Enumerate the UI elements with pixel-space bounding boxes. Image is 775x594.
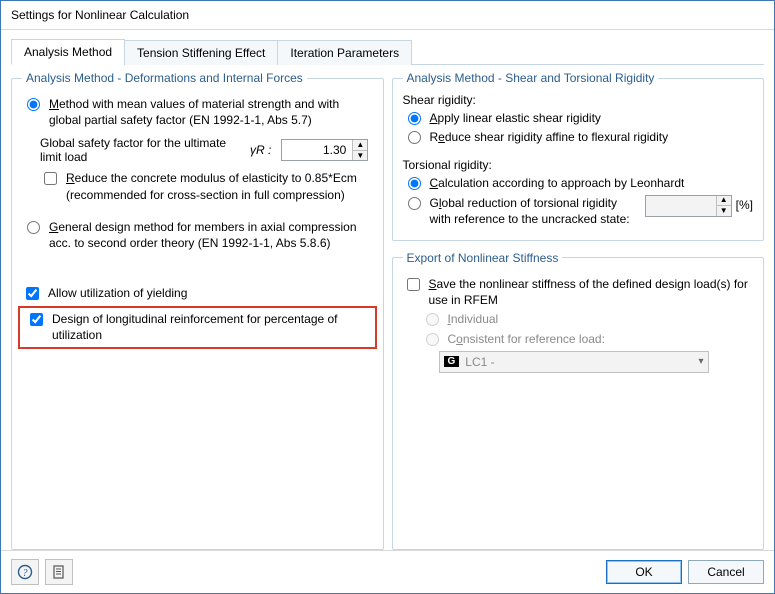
help-button[interactable]: ? [11,559,39,585]
reduce-modulus-row: Reduce the concrete modulus of elasticit… [40,170,373,202]
gamma-symbol: γR : [250,143,271,157]
safety-factor-row: Global safety factor for the ultimate li… [40,136,373,164]
radio-method-general[interactable] [27,221,40,234]
dropdown-reference-load: G LC1 - ▾ [439,351,709,373]
radio-shear-linear[interactable] [408,112,421,125]
export-consistent-row: Consistent for reference load: [421,331,754,347]
allow-yielding-label: Allow utilization of yielding [48,285,187,301]
ok-button[interactable]: OK [606,560,682,584]
highlight-design-longitudinal: Design of longitudinal reinforcement for… [18,306,377,348]
tab-iteration-parameters[interactable]: Iteration Parameters [277,40,412,65]
gamma-spinner: ▲ ▼ [281,139,368,161]
safety-factor-label: Global safety factor for the ultimate li… [40,136,240,164]
radio-torsion-leonhardt[interactable] [408,177,421,190]
gamma-input[interactable] [282,140,352,160]
footer: ? OK Cancel [1,550,774,593]
save-stiffness-label: Save the nonlinear stiffness of the defi… [429,276,754,308]
defaults-button[interactable] [45,559,73,585]
window-title: Settings for Nonlinear Calculation [11,8,189,22]
gamma-spin-down[interactable]: ▼ [353,151,367,161]
radio-shear-linear-label: Apply linear elastic shear rigidity [430,110,601,126]
group-shear-torsion-title: Analysis Method - Shear and Torsional Ri… [403,71,659,85]
export-individual-row: Individual [421,311,754,327]
torsion-pct-down: ▼ [717,206,731,216]
save-stiffness-row: Save the nonlinear stiffness of the defi… [403,276,754,308]
radio-torsion-leonhardt-label: Calculation according to approach by Leo… [430,175,685,191]
help-icon: ? [17,564,33,580]
group-export-stiffness: Export of Nonlinear Stiffness Save the n… [392,251,765,550]
group-export-stiffness-title: Export of Nonlinear Stiffness [403,251,563,265]
group-deformations: Analysis Method - Deformations and Inter… [11,71,384,550]
svg-text:?: ? [23,568,28,579]
ref-load-badge: G [444,356,460,367]
dialog-nonlinear-settings: Settings for Nonlinear Calculation Analy… [0,0,775,594]
titlebar: Settings for Nonlinear Calculation [1,1,774,30]
torsion-heading: Torsional rigidity: [403,158,754,172]
design-longitudinal-label: Design of longitudinal reinforcement for… [52,311,369,343]
tab-tension-stiffening[interactable]: Tension Stiffening Effect [124,40,278,65]
export-individual-label: Individual [448,311,499,327]
radio-method-mean-label: Method with mean values of material stre… [49,96,373,128]
export-consistent-label: Consistent for reference load: [448,331,605,347]
checkbox-reduce-modulus[interactable] [44,172,57,185]
checkbox-design-longitudinal[interactable] [30,313,43,326]
left-column: Analysis Method - Deformations and Inter… [11,71,384,550]
content-area: Analysis Method Tension Stiffening Effec… [1,30,774,550]
gamma-spin-buttons: ▲ ▼ [352,140,367,160]
radio-shear-reduce[interactable] [408,131,421,144]
radio-method-mean[interactable] [27,98,40,111]
radio-method-general-label: General design method for members in axi… [49,219,373,251]
radio-export-individual [426,313,439,326]
ref-load-label: LC1 - [465,355,698,369]
cancel-button[interactable]: Cancel [688,560,764,584]
tab-analysis-method[interactable]: Analysis Method [11,39,125,65]
group-deformations-title: Analysis Method - Deformations and Inter… [22,71,307,85]
radio-shear-reduce-label: Reduce shear rigidity affine to flexural… [430,129,669,145]
checkbox-save-stiffness[interactable] [407,278,420,291]
reduce-modulus-label: Reduce the concrete modulus of elasticit… [66,170,373,202]
radio-method-mean-row: Method with mean values of material stre… [22,96,373,128]
checkbox-allow-yielding[interactable] [26,287,39,300]
right-column: Analysis Method - Shear and Torsional Ri… [392,71,765,550]
torsion-pct-input [646,196,716,216]
radio-method-general-row: General design method for members in axi… [22,219,373,251]
document-icon [51,564,67,580]
shear-heading: Shear rigidity: [403,93,754,107]
radio-torsion-global[interactable] [408,197,421,210]
radio-export-consistent [426,333,439,346]
radio-torsion-global-row: Global reduction of torsional rigidity w… [403,195,754,227]
radio-shear-reduce-row: Reduce shear rigidity affine to flexural… [403,129,754,145]
radio-shear-linear-row: Apply linear elastic shear rigidity [403,110,754,126]
allow-yielding-row: Allow utilization of yielding [22,285,373,303]
gamma-spin-up[interactable]: ▲ [353,140,367,151]
radio-torsion-global-label: Global reduction of torsional rigidity w… [430,195,639,227]
ref-load-row: G LC1 - ▾ [439,351,754,373]
panel-area: Analysis Method - Deformations and Inter… [11,65,764,550]
torsion-pct-unit: [%] [736,197,753,213]
torsion-pct-up: ▲ [717,196,731,207]
group-shear-torsion: Analysis Method - Shear and Torsional Ri… [392,71,765,241]
design-longitudinal-row: Design of longitudinal reinforcement for… [26,311,369,343]
tabstrip: Analysis Method Tension Stiffening Effec… [11,38,764,65]
torsion-pct-wrap: ▲ ▼ [%] [645,195,753,217]
radio-torsion-leonhardt-row: Calculation according to approach by Leo… [403,175,754,191]
chevron-down-icon: ▾ [698,356,703,367]
